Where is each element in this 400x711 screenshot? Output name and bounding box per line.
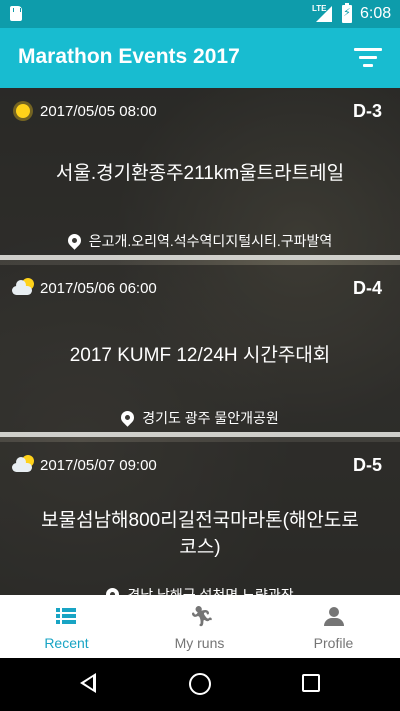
nav-profile[interactable]: Profile [267, 595, 400, 658]
system-navigation-bar [0, 658, 400, 711]
list-icon [56, 606, 78, 628]
status-bar: LTE 6:08 [0, 0, 400, 28]
location-pin-icon [65, 231, 84, 250]
signal-icon [316, 6, 332, 22]
nav-profile-label: Profile [313, 635, 354, 651]
cloud-sun-icon [12, 454, 34, 476]
event-card[interactable]: 2017/05/06 06:00 D-4 2017 KUMF 12/24H 시간… [0, 265, 400, 437]
event-location-text: 경기도 광주 물안개공원 [142, 410, 279, 426]
battery-charging-icon [342, 3, 352, 23]
event-name: 서울.경기환종주211km울트라트레일 [55, 163, 345, 184]
event-list[interactable]: 2017/05/05 08:00 D-3 서울.경기환종주211km울트라트레일… [0, 88, 400, 595]
nav-my-runs-label: My runs [174, 635, 225, 651]
location-pin-icon [118, 408, 137, 427]
app-title: Marathon Events 2017 [18, 45, 240, 68]
event-location-text: 경남 남해군 설천면 노량관장 [127, 587, 294, 595]
back-icon[interactable] [80, 673, 96, 693]
nav-my-runs[interactable]: 🏃︎ My runs [133, 595, 266, 658]
event-date: 2017/05/05 08:00 [40, 103, 157, 120]
app-bar: Marathon Events 2017 [0, 28, 400, 88]
cloud-sun-icon [12, 277, 34, 299]
person-icon [323, 606, 345, 628]
event-date: 2017/05/07 09:00 [40, 457, 157, 474]
recents-icon[interactable] [302, 674, 320, 692]
nav-recent-label: Recent [44, 635, 89, 651]
event-card[interactable]: 2017/05/07 09:00 D-5 보물섬남해800리길전국마라톤(해안도… [0, 442, 400, 595]
status-time: 6:08 [360, 5, 392, 22]
event-card[interactable]: 2017/05/05 08:00 D-3 서울.경기환종주211km울트라트레일… [0, 88, 400, 260]
sd-card-icon [10, 6, 22, 21]
bottom-navigation: Recent 🏃︎ My runs Profile [0, 595, 400, 658]
nav-recent[interactable]: Recent [0, 595, 133, 658]
event-dday: D-5 [352, 455, 382, 475]
event-location: 경남 남해군 설천면 노량관장 [0, 585, 400, 595]
location-pin-icon [103, 585, 123, 595]
filter-icon[interactable] [352, 46, 386, 72]
event-dday: D-3 [352, 101, 382, 121]
event-name: 보물섬남해800리길전국마라톤(해안도로코스) [41, 510, 359, 558]
event-location-text: 은고개.오리역.석수역디지털시티.구파발역 [88, 233, 333, 249]
event-location: 경기도 광주 물안개공원 [0, 408, 400, 428]
event-location: 은고개.오리역.석수역디지털시티.구파발역 [0, 231, 400, 251]
event-dday: D-4 [352, 278, 382, 298]
home-icon[interactable] [189, 673, 211, 695]
sun-icon [12, 100, 34, 122]
event-date: 2017/05/06 06:00 [40, 280, 157, 297]
runner-icon: 🏃︎ [189, 606, 215, 628]
event-name: 2017 KUMF 12/24H 시간주대회 [69, 345, 331, 366]
